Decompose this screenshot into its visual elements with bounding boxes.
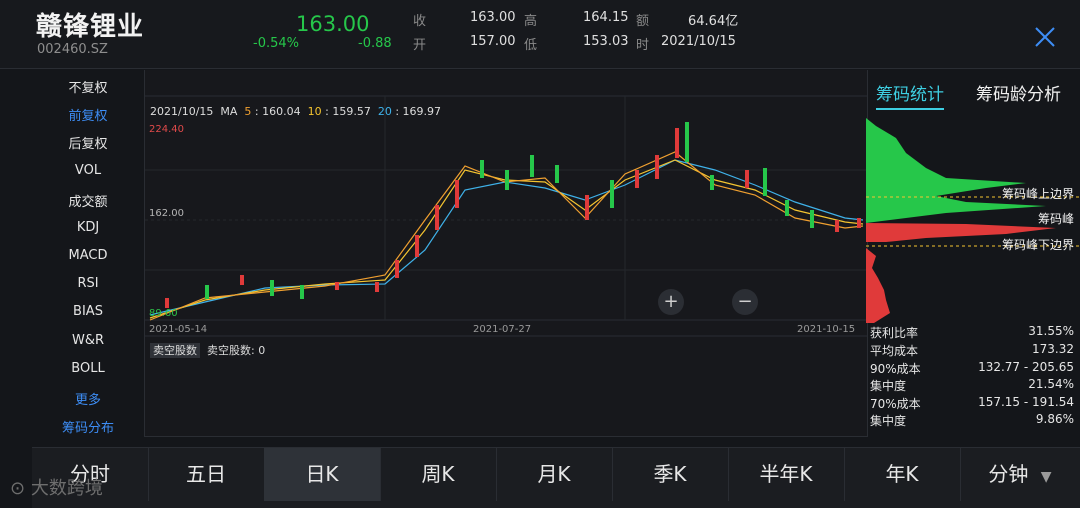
- change-amount: -0.88: [358, 36, 392, 51]
- watermark-text: 大数跨境: [30, 478, 103, 499]
- ma20-value: 169.97: [402, 105, 442, 118]
- quote-label-amount: 额: [636, 14, 650, 29]
- tab-quarterly-k[interactable]: 季K: [612, 448, 729, 501]
- ma5-value: 160.04: [262, 105, 301, 118]
- short-sell-legend: 卖空股数 卖空股数: 0: [150, 342, 265, 358]
- tab-daily-k[interactable]: 日K: [264, 448, 381, 501]
- menu-vol[interactable]: VOL: [32, 163, 144, 178]
- menu-rsi[interactable]: RSI: [32, 276, 144, 291]
- stat-profit-ratio: 获利比率 31.55%: [870, 324, 1074, 340]
- last-price: 163.00: [296, 12, 370, 36]
- ma-date: 2021/10/15: [150, 105, 214, 118]
- tab-chip-age[interactable]: 筹码龄分析: [976, 80, 1061, 105]
- tab-yearly-k[interactable]: 年K: [844, 448, 961, 501]
- menu-no-adjust[interactable]: 不复权: [32, 77, 144, 96]
- peak-lower-label: 筹码峰下边界: [1001, 238, 1074, 252]
- chevron-down-icon: ▼: [1040, 469, 1052, 485]
- quote-value-low: 153.03: [583, 34, 629, 49]
- menu-boll[interactable]: BOLL: [32, 361, 144, 376]
- date-end: 2021-10-15: [797, 324, 856, 335]
- menu-bias[interactable]: BIAS: [32, 304, 144, 319]
- peak-upper-label: 筹码峰上边界: [1001, 187, 1074, 201]
- quote-label-high: 高: [524, 14, 538, 29]
- short-sell-tag: 卖空股数: [150, 343, 200, 358]
- menu-kdj[interactable]: KDJ: [32, 220, 144, 235]
- quote-label-low: 低: [524, 38, 538, 53]
- ma10-value: 159.57: [332, 105, 371, 118]
- tab-weekly-k[interactable]: 周K: [380, 448, 497, 501]
- stat-concentration-90: 集中度 21.54%: [870, 377, 1074, 393]
- stat-70-cost: 70%成本 157.15 - 191.54: [870, 395, 1074, 411]
- ma-legend: 2021/10/15 MA 5 : 160.04 10 : 159.57 20 …: [150, 105, 442, 118]
- quote-value-amount: 64.64亿: [688, 14, 739, 29]
- tab-five-day[interactable]: 五日: [148, 448, 265, 501]
- indicator-menu: 不复权 前复权 后复权 VOL 成交额 KDJ MACD RSI BIAS W&…: [32, 70, 144, 438]
- quote-value-open: 157.00: [470, 34, 516, 49]
- menu-backward-adjust[interactable]: 后复权: [32, 133, 144, 152]
- kline-plot: [145, 95, 867, 337]
- zoom-in-button[interactable]: +: [658, 289, 684, 315]
- close-icon[interactable]: [1030, 22, 1060, 52]
- stat-concentration-70: 集中度 9.86%: [870, 412, 1074, 428]
- quote-label-time: 时: [636, 38, 650, 53]
- quote-label-close: 收: [413, 14, 427, 29]
- menu-wr[interactable]: W&R: [32, 333, 144, 348]
- quote-label-open: 开: [413, 38, 427, 53]
- tab-minute[interactable]: 分钟 ▼: [960, 448, 1080, 501]
- zoom-out-button[interactable]: −: [732, 289, 758, 315]
- period-tab-bar: 分时 五日 日K 周K 月K 季K 半年K 年K 分钟 ▼: [32, 447, 1080, 508]
- quote-header: 赣锋锂业 002460.SZ 163.00 -0.54% -0.88 收 163…: [0, 0, 1080, 69]
- menu-more[interactable]: 更多: [32, 389, 144, 408]
- date-mid: 2021-07-27: [473, 324, 532, 335]
- ma10-key: 10: [307, 105, 322, 118]
- tab-halfyear-k[interactable]: 半年K: [728, 448, 845, 501]
- watermark-logo-icon: ⊙: [10, 478, 26, 499]
- peak-label: 筹码峰: [1037, 212, 1074, 226]
- y-axis-min: 89.60: [149, 308, 178, 319]
- ma5-key: 5: [244, 105, 252, 118]
- menu-forward-adjust[interactable]: 前复权: [32, 105, 144, 124]
- y-axis-mid: 162.00: [149, 208, 184, 219]
- kline-chart[interactable]: 2021/10/15 MA 5 : 160.04 10 : 159.57 20 …: [144, 70, 868, 437]
- change-percent: -0.54%: [253, 36, 299, 51]
- tab-minute-label: 分钟: [988, 462, 1029, 486]
- candlesticks: [165, 122, 861, 308]
- menu-macd[interactable]: MACD: [32, 248, 144, 263]
- quote-value-close: 163.00: [470, 10, 516, 25]
- quote-value-time: 2021/10/15: [661, 34, 736, 49]
- short-sell-value: 卖空股数: 0: [207, 344, 266, 357]
- date-start: 2021-05-14: [149, 324, 208, 335]
- menu-turnover[interactable]: 成交额: [32, 191, 144, 210]
- stock-code: 002460.SZ: [37, 42, 108, 57]
- chip-panel: 筹码统计 筹码龄分析 筹码峰上边界 筹码峰 筹码峰下边界 获利比率 31.55% …: [866, 70, 1080, 438]
- ma-label: MA: [220, 105, 238, 118]
- tab-chip-stats[interactable]: 筹码统计: [876, 80, 944, 110]
- stat-avg-cost: 平均成本 173.32: [870, 342, 1074, 358]
- stock-name: 赣锋锂业: [36, 12, 145, 42]
- y-axis-max: 224.40: [149, 124, 184, 135]
- watermark: ⊙ 大数跨境: [10, 474, 103, 500]
- tab-monthly-k[interactable]: 月K: [496, 448, 613, 501]
- stat-90-cost: 90%成本 132.77 - 205.65: [870, 360, 1074, 376]
- quote-value-high: 164.15: [583, 10, 629, 25]
- menu-chip-distribution[interactable]: 筹码分布: [32, 417, 144, 436]
- ma20-key: 20: [377, 105, 392, 118]
